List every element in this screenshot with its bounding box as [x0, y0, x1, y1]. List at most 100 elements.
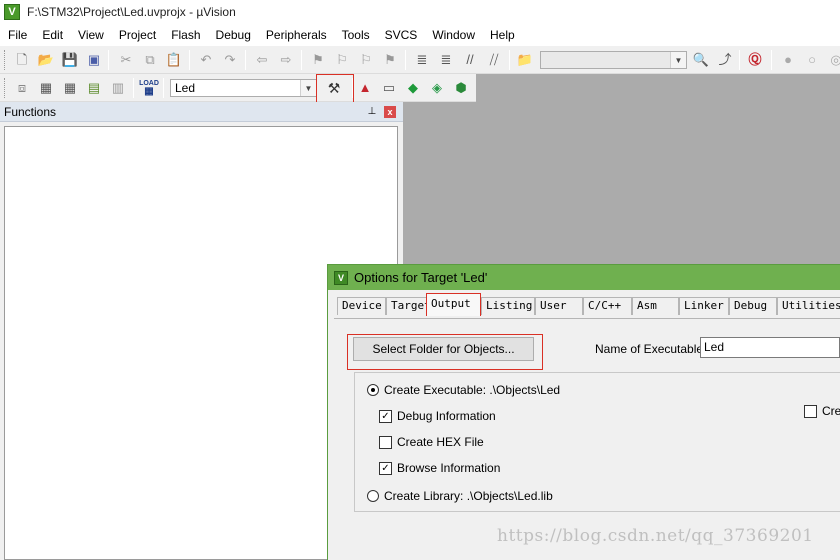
- select-folder-for-objects-button[interactable]: Select Folder for Objects...: [353, 337, 534, 361]
- close-icon[interactable]: x: [384, 106, 396, 118]
- create-hex-file-checkbox[interactable]: [379, 435, 392, 449]
- new-file-icon[interactable]: 🗋: [13, 51, 31, 69]
- create-hex-file-option[interactable]: Create HEX File: [379, 435, 484, 449]
- menu-tools[interactable]: Tools: [334, 24, 377, 46]
- toolbar-separator: [163, 78, 164, 98]
- comment-icon[interactable]: //: [461, 51, 479, 69]
- toolbar-separator: [739, 50, 740, 70]
- rebuild-icon[interactable]: ▦: [61, 79, 79, 97]
- debug-information-checkbox[interactable]: ✓: [379, 409, 392, 423]
- navigate-back-icon[interactable]: ⇦: [253, 51, 271, 69]
- create-library-option[interactable]: Create Library: .\Objects\Led.lib: [367, 489, 553, 503]
- tab-linker[interactable]: Linker: [679, 297, 729, 315]
- manage-project-items-icon[interactable]: ▭: [380, 79, 398, 97]
- find-icon[interactable]: 🔍: [692, 51, 710, 69]
- menu-peripherals[interactable]: Peripherals: [258, 24, 334, 46]
- select-packs-icon[interactable]: ◈: [428, 79, 446, 97]
- download-load-icon[interactable]: LOAD ▦: [139, 79, 159, 97]
- create-executable-radio[interactable]: [367, 384, 379, 396]
- menu-file[interactable]: File: [0, 24, 34, 46]
- paste-icon[interactable]: 📋: [165, 51, 183, 69]
- toolbar-grip[interactable]: [4, 50, 7, 70]
- tab-listing[interactable]: Listing: [481, 297, 535, 315]
- disable-breakpoint-icon[interactable]: ○: [803, 51, 821, 69]
- pack-installer-icon[interactable]: ⬢: [452, 79, 470, 97]
- create-executable-label: Create Executable: .\Objects\Led: [384, 383, 561, 397]
- name-of-executable-input[interactable]: Led: [700, 337, 840, 358]
- toolbar-separator: [245, 50, 246, 70]
- create-hex-file-label: Create HEX File: [397, 435, 484, 449]
- breakpoint-icon[interactable]: ●: [779, 51, 797, 69]
- pin-icon[interactable]: ⊥: [366, 106, 378, 118]
- navigate-forward-icon[interactable]: ⇨: [277, 51, 295, 69]
- truncated-create-checkbox[interactable]: [804, 404, 817, 418]
- cut-icon[interactable]: ✂: [117, 51, 135, 69]
- toolbar-separator: [301, 50, 302, 70]
- batch-build-icon[interactable]: ▤: [85, 79, 103, 97]
- stop-build-icon[interactable]: ▥: [109, 79, 127, 97]
- open-folder-icon[interactable]: 📂: [37, 51, 55, 69]
- window-title: F:\STM32\Project\Led.uvprojx - µVision: [27, 5, 236, 19]
- toolbar-separator: [509, 50, 510, 70]
- clear-bookmarks-icon[interactable]: ⚑: [381, 51, 399, 69]
- functions-panel-title: Functions: [4, 104, 57, 119]
- tab-debug[interactable]: Debug: [729, 297, 777, 315]
- tab-c-cpp[interactable]: C/C++: [583, 297, 632, 315]
- menu-project[interactable]: Project: [111, 24, 163, 46]
- truncated-create-option[interactable]: Crea: [804, 404, 840, 418]
- toolbar-separator: [108, 50, 109, 70]
- save-all-icon[interactable]: ▣: [85, 51, 103, 69]
- menu-flash[interactable]: Flash: [163, 24, 207, 46]
- menu-bar: File Edit View Project Flash Debug Perip…: [0, 24, 840, 46]
- unindent-icon[interactable]: ≣: [437, 51, 455, 69]
- menu-edit[interactable]: Edit: [34, 24, 70, 46]
- translate-icon[interactable]: ⧈: [13, 79, 31, 97]
- tab-output[interactable]: Output: [426, 293, 481, 316]
- chevron-down-icon[interactable]: ▼: [670, 52, 686, 68]
- debug-information-option[interactable]: ✓ Debug Information: [379, 409, 496, 423]
- tab-user[interactable]: User: [535, 297, 583, 315]
- run-time-environment-icon[interactable]: ◆: [404, 79, 422, 97]
- debug-session-icon[interactable]: Ⓠ: [746, 51, 764, 69]
- toolbar-separator: [771, 50, 772, 70]
- next-bookmark-icon[interactable]: ⚐: [357, 51, 375, 69]
- toolbar-grip[interactable]: [4, 78, 7, 98]
- truncated-create-label: Crea: [822, 404, 840, 418]
- menu-svcs[interactable]: SVCS: [377, 24, 425, 46]
- create-library-radio[interactable]: [367, 490, 379, 502]
- menu-debug[interactable]: Debug: [208, 24, 258, 46]
- browse-information-checkbox[interactable]: ✓: [379, 461, 392, 475]
- uvision-app-icon: V: [4, 4, 20, 20]
- chevron-down-icon[interactable]: ▼: [300, 80, 316, 96]
- browse-information-option[interactable]: ✓ Browse Information: [379, 461, 500, 475]
- menu-window[interactable]: Window: [424, 24, 482, 46]
- tab-utilities[interactable]: Utilities: [777, 297, 840, 315]
- tab-divider: [334, 318, 840, 319]
- indent-icon[interactable]: ≣: [413, 51, 431, 69]
- build-icon[interactable]: ▦: [37, 79, 55, 97]
- file-toolbar: 🗋 📂 💾 ▣ ✂ ⧉ 📋 ↶ ↷ ⇦ ⇨ ⚑ ⚐ ⚐ ⚑ ≣ ≣ // ⧸⧸ …: [0, 46, 840, 74]
- find-in-files-icon[interactable]: 📁: [516, 51, 534, 69]
- menu-view[interactable]: View: [70, 24, 111, 46]
- incremental-find-icon[interactable]: ⤴: [716, 51, 734, 69]
- kill-breakpoints-icon[interactable]: ◎: [827, 51, 840, 69]
- watermark: https://blog.csdn.net/qq_37369201: [497, 526, 814, 546]
- browse-information-label: Browse Information: [397, 461, 501, 475]
- build-toolbar: ⧈ ▦ ▦ ▤ ▥ LOAD ▦ Led ▼ ⚒ ▲ ▭ ◆ ◈ ⬢: [0, 74, 476, 116]
- find-combo[interactable]: ▼: [540, 51, 687, 69]
- target-select[interactable]: Led ▼: [170, 79, 317, 97]
- uncomment-icon[interactable]: ⧸⧸: [485, 51, 503, 69]
- bookmark-icon[interactable]: ⚑: [309, 51, 327, 69]
- tab-asm[interactable]: Asm: [632, 297, 679, 315]
- redo-icon[interactable]: ↷: [221, 51, 239, 69]
- prev-bookmark-icon[interactable]: ⚐: [333, 51, 351, 69]
- dialog-tabs: Device Target Output Listing User C/C++ …: [327, 264, 840, 334]
- functions-panel-header: Functions ⊥ x: [0, 102, 403, 122]
- save-icon[interactable]: 💾: [61, 51, 79, 69]
- tab-device[interactable]: Device: [337, 297, 386, 315]
- undo-icon[interactable]: ↶: [197, 51, 215, 69]
- create-executable-option[interactable]: Create Executable: .\Objects\Led: [367, 383, 560, 397]
- menu-help[interactable]: Help: [482, 24, 522, 46]
- copy-icon[interactable]: ⧉: [141, 51, 159, 69]
- file-extensions-icon[interactable]: ▲: [356, 79, 374, 97]
